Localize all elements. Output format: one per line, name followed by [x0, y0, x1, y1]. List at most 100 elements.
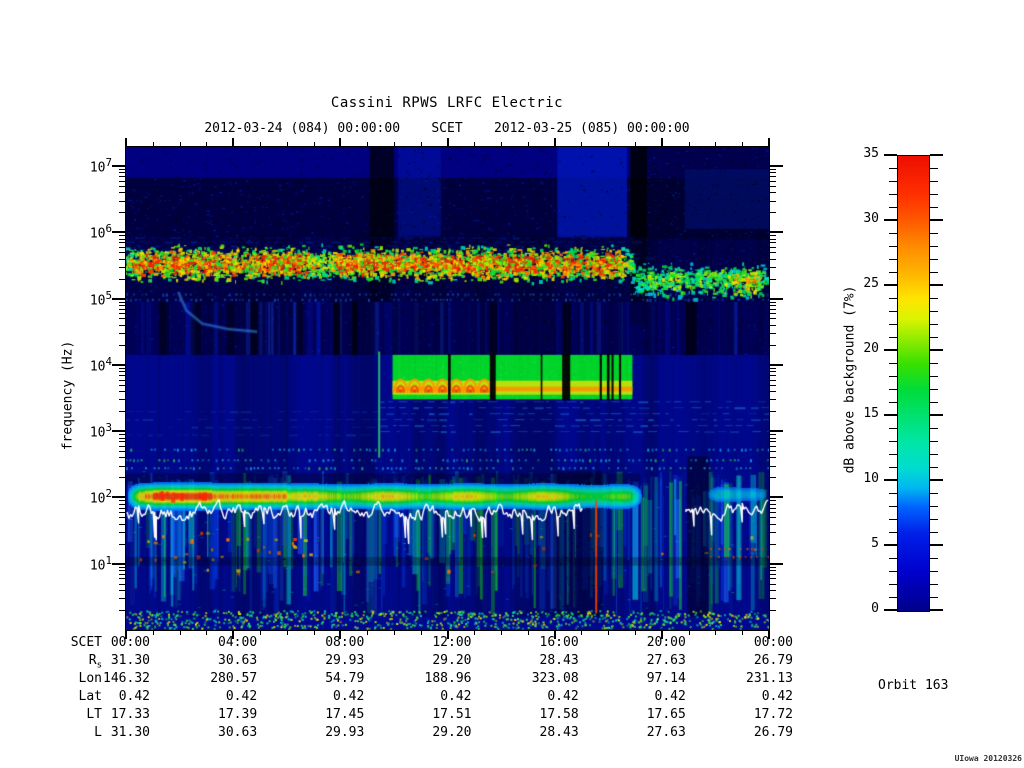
colorbar-minor-tick: [889, 584, 897, 585]
y-tick-label: 105: [89, 288, 112, 308]
y-minor-tick: [769, 500, 776, 502]
x-major-tick: [768, 138, 770, 146]
ephemeris-value: 04:00: [218, 635, 258, 650]
colorbar-minor-tick: [889, 441, 897, 442]
ephemeris-value: 26.79: [753, 653, 793, 668]
y-minor-tick: [119, 573, 126, 575]
ephemeris-value: 188.96: [424, 671, 472, 686]
y-minor-tick: [119, 318, 126, 320]
ephemeris-value: 28.43: [539, 725, 579, 740]
ephemeris-value: 280.57: [210, 671, 258, 686]
y-minor-tick: [119, 266, 126, 268]
x-major-tick: [339, 138, 342, 146]
colorbar-minor-tick: [930, 259, 938, 260]
colorbar-major-tick: [930, 284, 943, 286]
y-minor-tick: [119, 399, 126, 401]
y-minor-tick: [769, 543, 776, 545]
colorbar-minor-tick: [930, 272, 938, 273]
y-minor-tick: [769, 523, 776, 525]
colorbar-minor-tick: [889, 363, 897, 364]
ephemeris-value: 231.13: [746, 671, 793, 686]
rpws-spectrogram-page: Cassini RPWS LRFC Electric 2012-03-24 (0…: [0, 0, 1024, 768]
colorbar-minor-tick: [889, 246, 897, 247]
ephemeris-value: 0.42: [654, 689, 686, 704]
ephemeris-value: 12:00: [432, 635, 472, 650]
colorbar-minor-tick: [930, 181, 938, 182]
colorbar-minor-tick: [930, 519, 938, 520]
y-minor-tick: [769, 185, 776, 187]
colorbar-minor-tick: [930, 376, 938, 377]
y-minor-tick: [119, 176, 126, 178]
y-minor-tick: [119, 375, 126, 377]
frequency-axis-label: frequency (Hz): [60, 340, 76, 451]
y-minor-tick: [769, 517, 776, 519]
colorbar-minor-tick: [930, 454, 938, 455]
ephemeris-value: 17.45: [325, 707, 365, 722]
y-minor-tick: [119, 238, 126, 240]
x-minor-tick: [608, 631, 610, 635]
ephemeris-value: 0.42: [225, 689, 258, 704]
y-minor-tick: [769, 477, 776, 479]
colorbar-minor-tick: [889, 389, 897, 390]
colorbar-minor-tick: [930, 532, 938, 533]
y-minor-tick: [119, 308, 126, 310]
credit-stamp: UIowa 20120326: [954, 754, 1022, 763]
colorbar-minor-tick: [930, 233, 938, 234]
y-major-tick: [769, 164, 783, 167]
y-minor-tick: [119, 532, 126, 534]
colorbar-minor-tick: [930, 194, 938, 195]
x-minor-tick: [635, 142, 637, 146]
ephemeris-value: 17.51: [432, 707, 472, 722]
y-minor-tick: [769, 242, 776, 244]
colorbar-major-tick: [930, 609, 943, 611]
colorbar-minor-tick: [930, 207, 938, 208]
y-major-tick: [769, 562, 783, 565]
x-minor-tick: [420, 142, 422, 146]
colorbar-minor-tick: [889, 571, 897, 572]
x-minor-tick: [367, 631, 369, 635]
x-minor-tick: [367, 142, 369, 146]
y-minor-tick: [769, 238, 776, 240]
y-minor-tick: [769, 610, 776, 612]
colorbar-minor-tick: [930, 506, 938, 507]
colorbar-minor-tick: [930, 402, 938, 403]
y-major-tick: [112, 562, 126, 565]
colorbar-minor-tick: [930, 389, 938, 390]
y-minor-tick: [119, 180, 126, 182]
y-minor-tick: [119, 246, 126, 248]
ephemeris-value: 0.42: [333, 689, 365, 704]
y-tick-label: 103: [89, 421, 112, 441]
x-major-tick: [660, 138, 663, 146]
colorbar-tick-label: 0: [871, 601, 879, 616]
y-minor-tick: [769, 437, 776, 439]
y-minor-tick: [769, 570, 776, 572]
colorbar-minor-tick: [889, 207, 897, 208]
x-minor-tick: [152, 142, 154, 146]
x-major-tick: [553, 138, 556, 146]
ephemeris-value: 0.42: [440, 689, 472, 704]
y-minor-tick: [769, 445, 776, 447]
y-minor-tick: [119, 583, 126, 585]
colorbar-minor-tick: [889, 298, 897, 299]
y-minor-tick: [769, 434, 776, 436]
y-minor-tick: [769, 379, 776, 381]
colorbar-minor-tick: [889, 519, 897, 520]
y-minor-tick: [119, 434, 126, 436]
y-minor-tick: [769, 583, 776, 585]
colorbar-minor-tick: [889, 181, 897, 182]
y-minor-tick: [769, 333, 776, 335]
y-minor-tick: [119, 192, 126, 194]
y-minor-tick: [769, 375, 776, 377]
y-minor-tick: [769, 266, 776, 268]
y-minor-tick: [119, 168, 126, 170]
spectrogram-canvas: [126, 147, 769, 630]
x-minor-tick: [286, 631, 288, 635]
x-minor-tick: [581, 631, 583, 635]
y-minor-tick: [769, 258, 776, 260]
x-minor-tick: [152, 631, 154, 635]
y-minor-tick: [769, 532, 776, 534]
y-minor-tick: [119, 465, 126, 467]
y-minor-tick: [119, 598, 126, 600]
y-minor-tick: [769, 371, 776, 373]
colorbar-minor-tick: [930, 246, 938, 247]
